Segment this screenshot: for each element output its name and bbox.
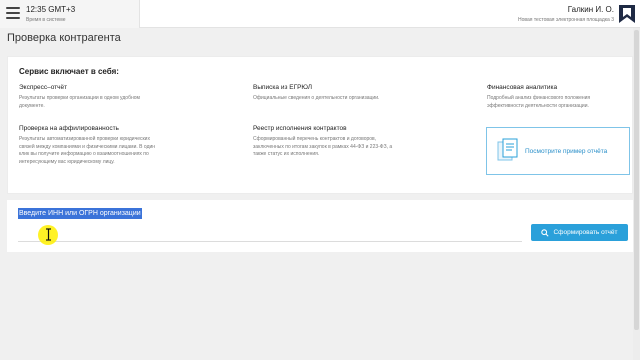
document-icon xyxy=(497,138,518,161)
services-card: Сервис включает в себя: Экспресс–отчёт Р… xyxy=(7,56,633,194)
sample-report-label[interactable]: Посмотрите пример отчёта xyxy=(525,148,607,155)
text-cursor-icon xyxy=(46,228,51,241)
scroll-thumb[interactable] xyxy=(634,30,639,330)
feature-affiliation-check: Проверка на аффилированность Результаты … xyxy=(19,125,159,166)
feature-description: Результаты автоматизированной проверки ю… xyxy=(19,136,156,165)
feature-title: Проверка на аффилированность xyxy=(19,125,119,132)
user-name[interactable]: Галкин И. О. xyxy=(568,5,614,14)
services-heading: Сервис включает в себя: xyxy=(19,67,119,76)
feature-egrul-extract: Выписка из ЕГРЮЛ Официальные сведения о … xyxy=(253,84,393,103)
generate-report-label: Сформировать отчёт xyxy=(553,229,618,236)
platform-name: Новая тестовая электронная площадка 3 xyxy=(517,17,614,23)
feature-express-report: Экспресс–отчёт Результаты проверки орган… xyxy=(19,84,159,110)
system-time: 12:35 GMT+3 xyxy=(26,5,76,14)
feature-description: Официальные сведения о деятельности орга… xyxy=(253,95,380,101)
sample-report-link[interactable]: Посмотрите пример отчёта xyxy=(486,127,630,175)
feature-title: Выписка из ЕГРЮЛ xyxy=(253,84,312,91)
feature-financial-analytics: Финансовая аналитика Подробный анализ фи… xyxy=(487,84,627,110)
feature-title: Финансовая аналитика xyxy=(487,84,558,91)
brand-logo[interactable] xyxy=(617,3,637,25)
feature-title: Экспресс–отчёт xyxy=(19,84,68,91)
menu-icon[interactable] xyxy=(6,7,20,19)
feature-description: Сформированный перечень контрактов и дог… xyxy=(253,136,393,157)
inn-input[interactable] xyxy=(18,222,522,242)
feature-description: Подробный анализ финансового положения э… xyxy=(487,95,591,109)
feature-description: Результаты проверки организации в одном … xyxy=(19,95,140,109)
generate-report-button[interactable]: Сформировать отчёт xyxy=(531,224,628,241)
inn-field-label: Введите ИНН или ОГРН организации xyxy=(18,208,142,219)
search-icon xyxy=(541,228,550,237)
system-time-caption: Время в системе xyxy=(26,17,66,23)
top-bar: 12:35 GMT+3 Время в системе Галкин И. О.… xyxy=(0,0,640,28)
feature-title: Реестр исполнения контрактов xyxy=(253,125,347,132)
feature-contracts-registry: Реестр исполнения контрактов Сформирован… xyxy=(253,125,393,159)
top-bar-left: 12:35 GMT+3 Время в системе xyxy=(0,0,140,28)
page-title: Проверка контрагента xyxy=(7,32,121,44)
